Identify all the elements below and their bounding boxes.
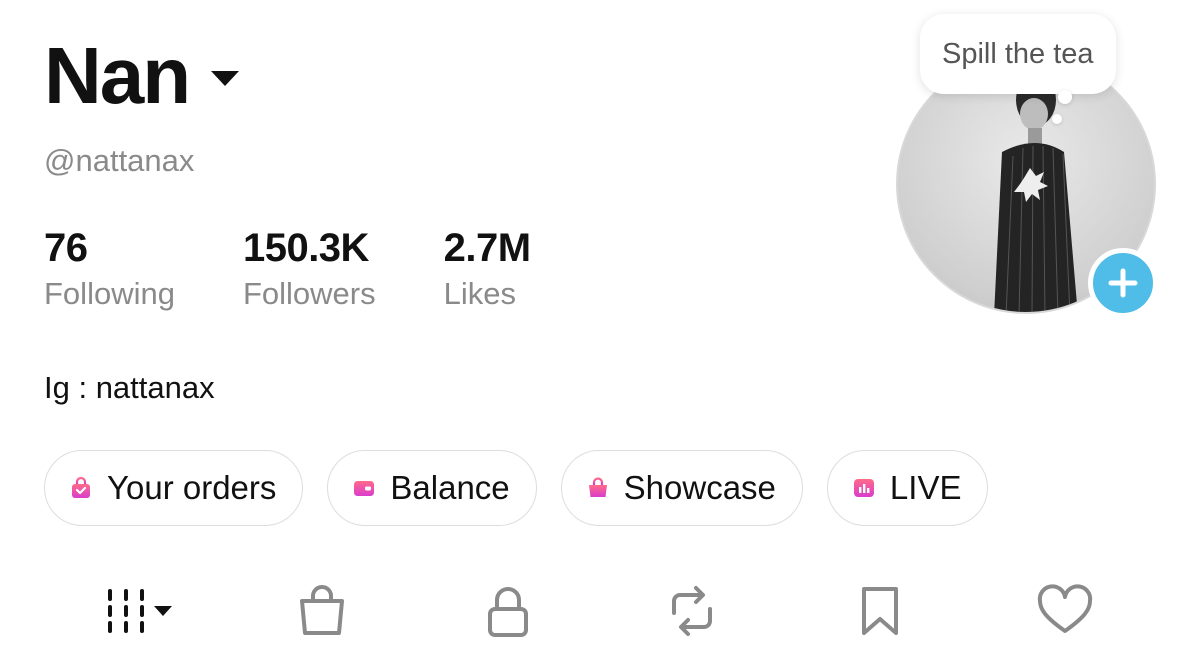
profile-page: Nan @nattanax 76 Following 150.3K Follow… — [0, 0, 1200, 652]
username: @nattanax — [44, 143, 195, 178]
shortcut-pills: Your orders Balance Showcase LIVE — [44, 450, 1012, 526]
shopping-bag-icon — [586, 476, 610, 500]
stat-label: Followers — [242, 276, 376, 311]
shopping-bag-icon — [300, 585, 344, 635]
stat-following[interactable]: 76 Following — [44, 226, 175, 312]
grid-videos-icon — [108, 589, 172, 633]
tab-favorites[interactable] — [848, 576, 912, 646]
stats-row: 76 Following 150.3K Followers 2.7M Likes — [44, 226, 599, 312]
name-row: Nan — [44, 31, 240, 120]
live-chart-icon — [852, 476, 876, 500]
pill-label: Balance — [390, 469, 510, 506]
bookmark-icon — [862, 587, 898, 635]
your-orders-button[interactable]: Your orders — [44, 450, 304, 526]
pill-label: Your orders — [107, 469, 277, 506]
heart-icon — [1037, 584, 1093, 633]
tab-private[interactable] — [476, 576, 540, 646]
bio: Ig : nattanax — [44, 370, 215, 405]
pill-label: LIVE — [889, 469, 962, 506]
wallet-icon — [352, 476, 376, 500]
repost-icon — [672, 586, 712, 636]
tab-liked[interactable] — [1030, 576, 1100, 646]
stat-value: 2.7M — [443, 226, 531, 270]
bubble-dot — [1058, 90, 1072, 104]
stat-value: 76 — [44, 226, 88, 270]
stat-label: Likes — [443, 276, 516, 311]
lock-icon — [488, 587, 528, 637]
plus-icon — [1108, 268, 1138, 298]
pill-label: Showcase — [623, 469, 776, 506]
account-switch-caret-icon[interactable] — [211, 70, 240, 86]
display-name: Nan — [44, 31, 191, 120]
note-bubble[interactable]: Spill the tea — [920, 14, 1116, 94]
tab-videos[interactable] — [88, 576, 188, 646]
stat-likes[interactable]: 2.7M Likes — [444, 226, 531, 312]
note-text: Spill the tea — [942, 37, 1094, 70]
add-story-button[interactable] — [1088, 248, 1158, 318]
balance-button[interactable]: Balance — [327, 450, 537, 526]
bubble-dot — [1052, 114, 1062, 124]
tab-reposts[interactable] — [660, 576, 724, 646]
showcase-button[interactable]: Showcase — [560, 450, 803, 526]
tab-shop[interactable] — [290, 576, 354, 646]
bag-check-icon — [69, 476, 93, 500]
stat-label: Following — [44, 276, 175, 311]
stat-followers[interactable]: 150.3K Followers — [243, 226, 376, 312]
content-tabs — [0, 576, 1200, 646]
live-button[interactable]: LIVE — [826, 450, 989, 526]
stat-value: 150.3K — [242, 226, 369, 270]
